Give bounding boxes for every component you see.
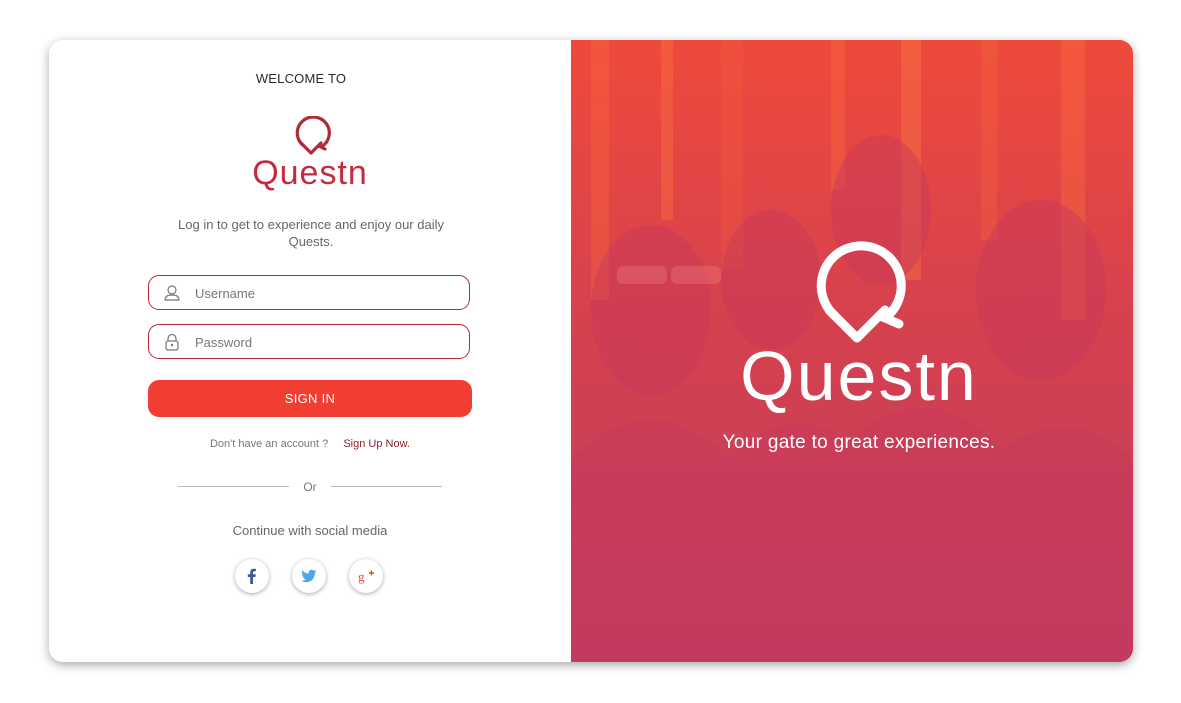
login-card: WELCOME TO Questn Log in to get to exper…: [49, 40, 1133, 662]
google-plus-icon: g: [358, 569, 374, 584]
hero-logo-icon: [816, 241, 906, 343]
signup-row: Don't have an account ? Sign Up Now.: [49, 438, 571, 450]
svg-text:g: g: [358, 569, 365, 584]
username-field[interactable]: [148, 275, 470, 311]
hero-tagline: Your gate to great experiences.: [722, 432, 996, 453]
facebook-icon: [247, 568, 256, 584]
user-icon: [164, 285, 180, 301]
sign-in-button[interactable]: SIGN IN: [148, 380, 472, 417]
twitter-button[interactable]: [292, 559, 326, 593]
password-field[interactable]: [148, 324, 470, 360]
password-input[interactable]: [193, 325, 457, 360]
hero-panel: Questn Your gate to great experiences.: [571, 40, 1133, 662]
divider-right: [331, 486, 442, 487]
google-plus-button[interactable]: g: [349, 559, 383, 593]
username-input[interactable]: [193, 276, 457, 311]
login-tagline: Log in to get to experience and enjoy ou…: [178, 217, 444, 249]
no-account-text: Don't have an account ?: [209, 438, 329, 450]
hero-wordmark: Questn: [740, 337, 978, 415]
divider-left: [178, 486, 289, 487]
twitter-icon: [301, 569, 317, 583]
brand-wordmark: Questn: [252, 154, 368, 192]
welcome-heading: WELCOME TO: [255, 71, 347, 86]
or-label: Or: [303, 480, 317, 494]
facebook-button[interactable]: [235, 559, 269, 593]
continue-social-text: Continue with social media: [232, 523, 388, 538]
sign-up-link[interactable]: Sign Up Now.: [343, 438, 410, 450]
lock-icon: [165, 333, 179, 351]
login-panel: WELCOME TO Questn Log in to get to exper…: [49, 40, 571, 662]
